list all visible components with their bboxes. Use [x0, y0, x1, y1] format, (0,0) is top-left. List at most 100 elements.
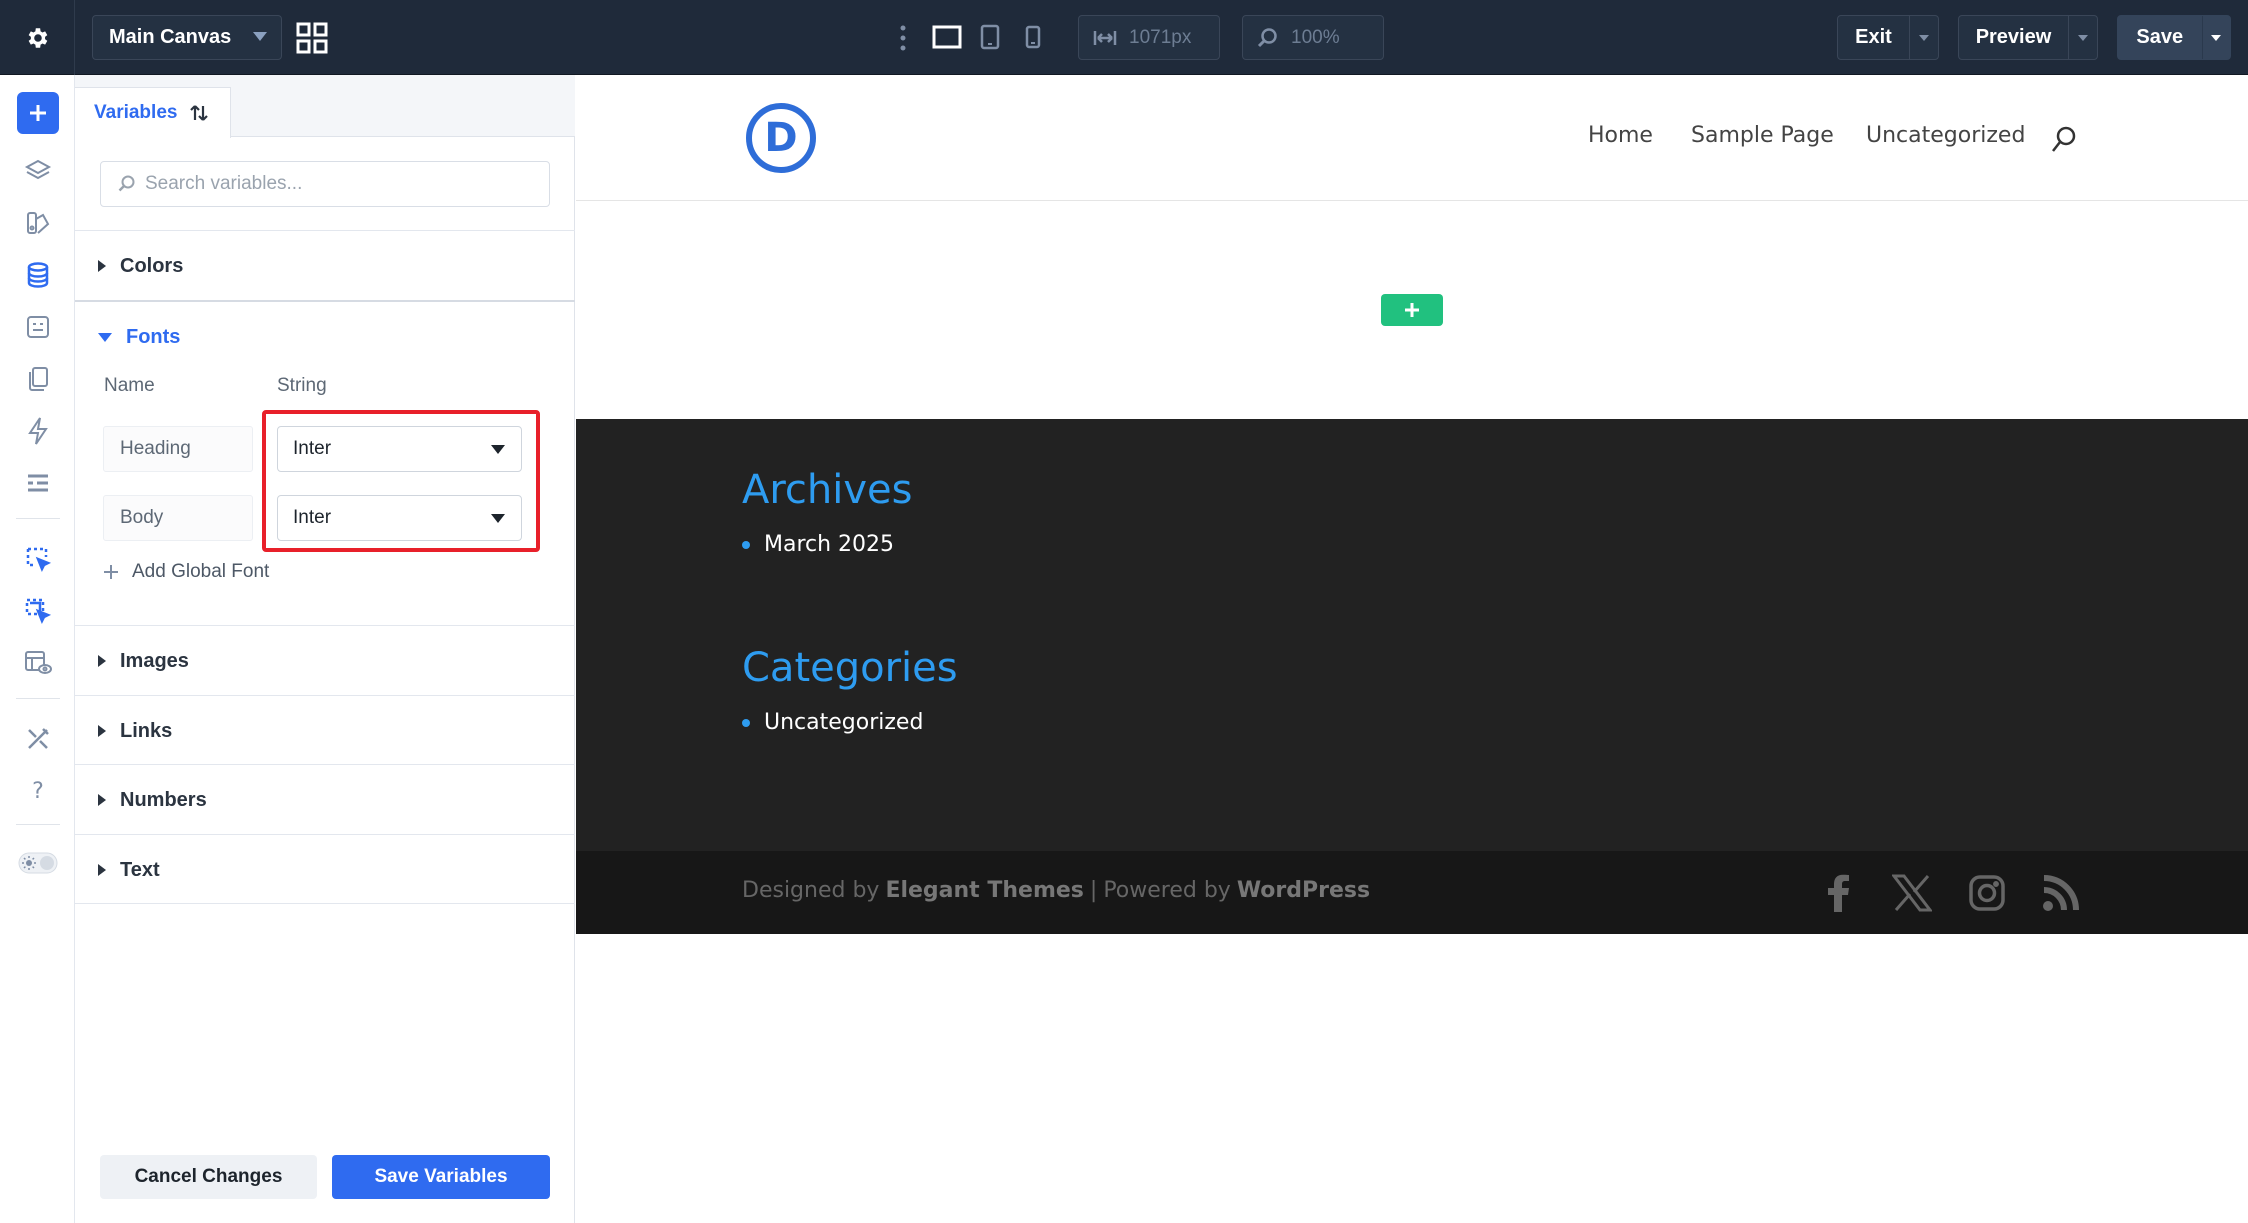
- save-dropdown-icon[interactable]: [2203, 16, 2231, 59]
- page-settings-icon[interactable]: [17, 306, 59, 348]
- save-variables-button[interactable]: Save Variables: [332, 1155, 550, 1199]
- rail-divider: [16, 824, 60, 825]
- section-fonts-toggle[interactable]: Fonts: [75, 302, 575, 372]
- section-images-label: Images: [120, 649, 189, 672]
- search-variables-field[interactable]: [100, 161, 550, 207]
- add-global-font-button[interactable]: Add Global Font: [102, 561, 269, 583]
- font-name-body[interactable]: Body: [103, 495, 253, 541]
- nav-link-uncategorized[interactable]: Uncategorized: [1866, 123, 2025, 148]
- nav-link-sample-page[interactable]: Sample Page: [1691, 123, 1834, 148]
- variables-panel: Variables Colors Fonts Name String Headi…: [75, 75, 575, 1223]
- widget-list-item[interactable]: Uncategorized: [742, 710, 923, 735]
- section-text-toggle[interactable]: Text: [75, 835, 575, 905]
- more-vertical-icon[interactable]: [898, 22, 908, 54]
- highlight-annotation-box: [262, 410, 540, 552]
- section-numbers: Numbers: [75, 764, 575, 834]
- widget-list-item[interactable]: March 2025: [742, 532, 894, 557]
- canvas-select[interactable]: Main Canvas: [92, 15, 282, 60]
- section-images: Images: [75, 625, 575, 695]
- tab-variables[interactable]: Variables: [75, 87, 231, 138]
- column-header-string: String: [277, 375, 327, 396]
- canvas-width-field[interactable]: 1071px: [1078, 15, 1220, 60]
- widget-title-archives: Archives: [742, 467, 913, 513]
- layers-icon[interactable]: [17, 150, 59, 192]
- design-library-icon[interactable]: [17, 202, 59, 244]
- tools-wrench-icon[interactable]: [17, 718, 59, 760]
- tablet-view-icon[interactable]: [978, 20, 1002, 54]
- section-text-label: Text: [120, 858, 160, 881]
- multi-select-icon[interactable]: [17, 590, 59, 632]
- zoom-value: 100%: [1291, 26, 1340, 48]
- plus-icon: [1405, 303, 1419, 317]
- save-button[interactable]: Save: [2117, 15, 2231, 60]
- exit-label: Exit: [1838, 16, 1910, 59]
- database-variables-icon[interactable]: [17, 254, 59, 296]
- credits-platform-link[interactable]: WordPress: [1237, 878, 1370, 903]
- top-toolbar: Main Canvas 1071px 100% Exit Preview Sav…: [0, 0, 2248, 75]
- section-numbers-label: Numbers: [120, 788, 207, 811]
- credits-brand-link[interactable]: Elegant Themes: [885, 878, 1083, 903]
- section-fonts-label: Fonts: [126, 325, 181, 348]
- exit-dropdown-icon[interactable]: [1910, 16, 1938, 59]
- section-links-toggle[interactable]: Links: [75, 696, 575, 766]
- list-layout-icon[interactable]: [17, 462, 59, 504]
- section-links: Links: [75, 695, 575, 765]
- caret-right-icon: [98, 794, 106, 806]
- settings-gear-icon[interactable]: [0, 0, 75, 75]
- add-section-button[interactable]: [1381, 294, 1443, 326]
- search-variables-input[interactable]: [145, 173, 545, 195]
- caret-right-icon: [98, 864, 106, 876]
- phone-view-icon[interactable]: [1022, 20, 1044, 54]
- x-twitter-icon[interactable]: [1890, 871, 1934, 915]
- tab-variables-label: Variables: [94, 102, 178, 123]
- theme-toggle-icon[interactable]: [17, 842, 59, 884]
- credits-separator: |: [1089, 878, 1098, 903]
- section-text: Text: [75, 834, 575, 904]
- select-element-icon[interactable]: [17, 538, 59, 580]
- preview-label: Preview: [1959, 16, 2069, 59]
- preview-dropdown-icon[interactable]: [2069, 16, 2097, 59]
- left-tool-rail: ?: [0, 75, 75, 1223]
- rss-icon[interactable]: [2039, 871, 2083, 915]
- caret-down-icon: [98, 332, 112, 342]
- search-icon: [1257, 27, 1277, 47]
- section-colors-toggle[interactable]: Colors: [75, 231, 575, 301]
- preview-eye-icon[interactable]: [17, 642, 59, 684]
- lightning-icon[interactable]: [17, 410, 59, 452]
- desktop-view-icon[interactable]: [930, 20, 964, 54]
- font-name-heading[interactable]: Heading: [103, 426, 253, 472]
- category-link: Uncategorized: [764, 710, 924, 735]
- bullet-icon: [742, 718, 750, 727]
- rail-divider: [16, 698, 60, 699]
- nav-link-home[interactable]: Home: [1588, 123, 1653, 148]
- caret-right-icon: [98, 655, 106, 667]
- widget-title-categories: Categories: [742, 645, 958, 691]
- canvas-width-value: 1071px: [1129, 26, 1192, 48]
- font-name-label: Body: [120, 507, 164, 528]
- credits-powered: Powered by: [1103, 878, 1231, 903]
- exit-button[interactable]: Exit: [1837, 15, 1939, 60]
- search-icon[interactable]: [2050, 125, 2078, 160]
- pages-copy-icon[interactable]: [17, 358, 59, 400]
- help-question-icon[interactable]: ?: [17, 770, 59, 812]
- column-header-name: Name: [104, 375, 155, 396]
- cancel-changes-button[interactable]: Cancel Changes: [100, 1155, 317, 1199]
- section-images-toggle[interactable]: Images: [75, 626, 575, 696]
- grid-layout-icon[interactable]: [296, 22, 328, 54]
- footer-bottom-bar: Designed by Elegant Themes | Powered by …: [576, 851, 2248, 934]
- zoom-field[interactable]: 100%: [1242, 15, 1384, 60]
- font-name-label: Heading: [120, 438, 191, 459]
- panel-header: Variables: [75, 75, 575, 138]
- preview-button[interactable]: Preview: [1958, 15, 2098, 60]
- site-logo[interactable]: D: [746, 103, 816, 173]
- add-plus-icon[interactable]: [17, 92, 59, 134]
- builder-canvas: D Home Sample Page Uncategorized Archive…: [576, 75, 2248, 1223]
- sort-arrows-icon[interactable]: [189, 103, 209, 123]
- plus-icon: [104, 565, 118, 579]
- archive-link: March 2025: [764, 532, 895, 557]
- section-numbers-toggle[interactable]: Numbers: [75, 765, 575, 835]
- footer-credits: Designed by Elegant Themes | Powered by …: [742, 878, 1370, 903]
- facebook-icon[interactable]: [1817, 871, 1861, 915]
- caret-right-icon: [98, 260, 106, 272]
- instagram-icon[interactable]: [1965, 871, 2009, 915]
